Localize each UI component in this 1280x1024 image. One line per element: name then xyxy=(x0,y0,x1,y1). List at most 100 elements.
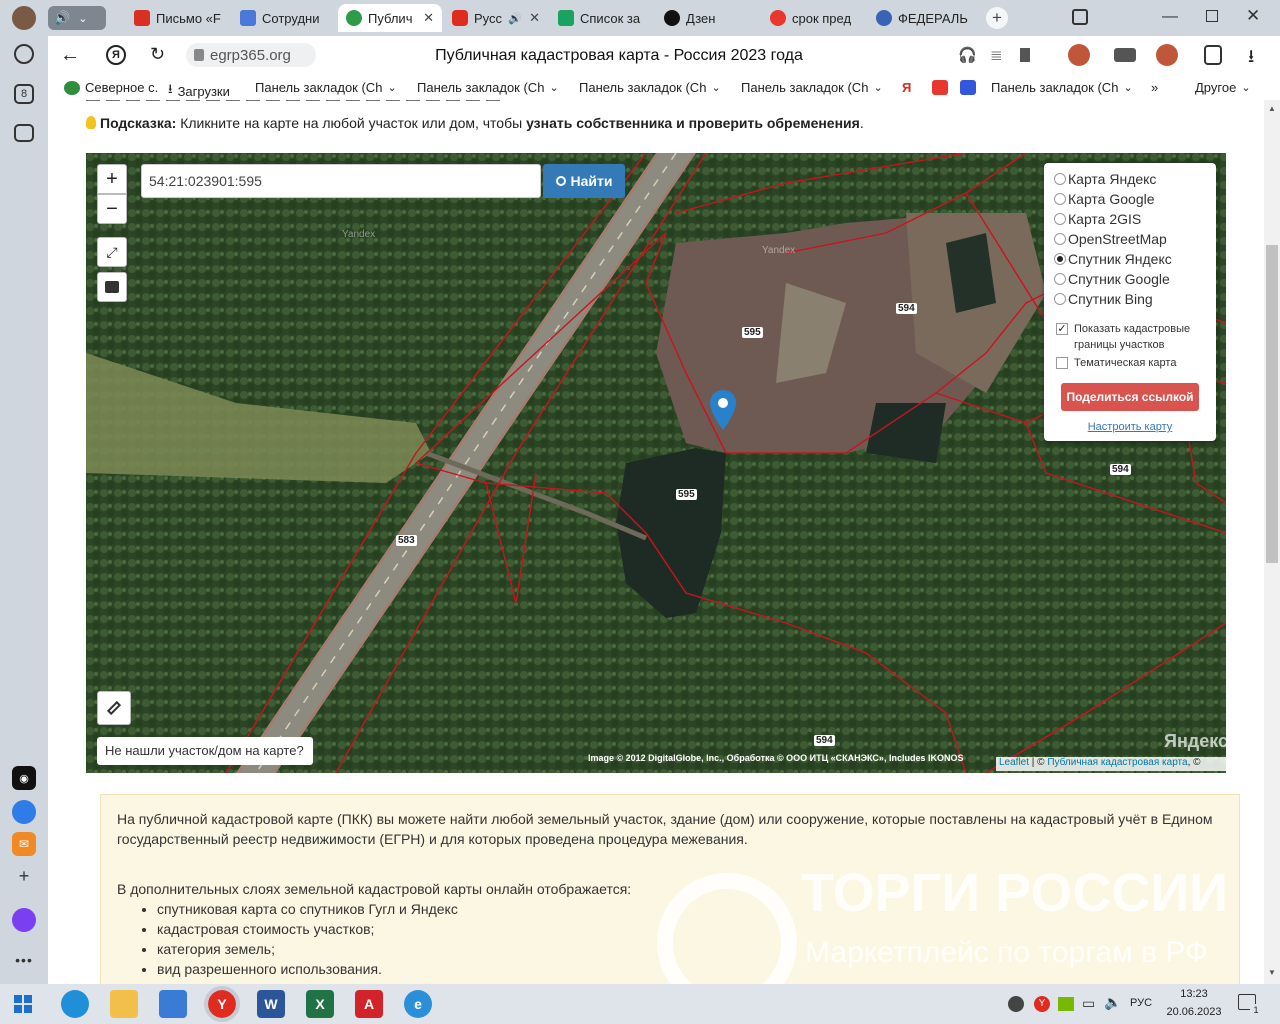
nvidia-icon[interactable] xyxy=(1058,997,1074,1011)
downloads-icon[interactable]: ⭳ xyxy=(1248,44,1254,74)
more-icon[interactable]: ••• xyxy=(12,948,36,972)
yandex-home-icon[interactable]: Я xyxy=(106,45,126,65)
layer-option[interactable]: Спутник Google xyxy=(1054,271,1170,287)
yandex-bookmark-icon[interactable]: Я xyxy=(902,80,911,95)
parcel-label[interactable]: 594 xyxy=(814,735,835,746)
parcel-label[interactable]: 595 xyxy=(676,489,697,500)
location-marker-icon[interactable] xyxy=(710,390,736,430)
scroll-down-arrow[interactable]: ▼ xyxy=(1268,968,1276,977)
acrobat-icon[interactable]: A xyxy=(355,990,383,1018)
counter-icon[interactable]: 8 xyxy=(14,84,34,104)
maximize-button[interactable] xyxy=(1206,10,1218,22)
alice-icon[interactable] xyxy=(12,908,36,932)
people-icon[interactable] xyxy=(1008,996,1024,1012)
tab-search[interactable]: срок пред xyxy=(762,4,866,32)
page-scrollbar[interactable]: ▲ ▼ xyxy=(1264,100,1280,984)
excel-icon[interactable]: X xyxy=(306,990,334,1018)
tab-federal[interactable]: ФЕДЕРАЛЬ xyxy=(868,4,972,32)
cadastral-map[interactable]: 595 595 594 594 594 583 Yandex Yandex + … xyxy=(86,153,1226,773)
reader-icon[interactable]: ≣ xyxy=(990,46,1003,64)
close-tab-icon[interactable]: ✕ xyxy=(529,10,540,26)
ie-icon[interactable]: e xyxy=(404,990,432,1018)
messenger-icon[interactable] xyxy=(12,800,36,824)
more-bookmarks-icon[interactable]: » xyxy=(1151,80,1158,95)
layer-option[interactable]: Карта 2GIS xyxy=(1054,211,1141,227)
leaflet-link[interactable]: Leaflet xyxy=(999,757,1029,768)
extension-icon-3[interactable] xyxy=(1156,44,1178,66)
edge-icon[interactable] xyxy=(61,990,89,1018)
word-icon[interactable]: W xyxy=(257,990,285,1018)
screenshot-icon[interactable] xyxy=(14,124,34,142)
add-panel-icon[interactable]: + xyxy=(12,864,36,888)
fullscreen-button[interactable]: ⤢ xyxy=(97,237,127,267)
clock-time[interactable]: 13:23 xyxy=(1168,988,1220,1000)
headphones-icon[interactable]: 🎧 xyxy=(958,46,977,64)
bookmark-folder[interactable]: Панель закладок (Ch ⌄ xyxy=(991,80,1133,95)
parcel-label[interactable]: 594 xyxy=(1110,464,1131,475)
configure-map-link[interactable]: Настроить карту xyxy=(1044,421,1216,433)
mail-icon[interactable]: ✉ xyxy=(12,832,36,856)
market-bookmark-icon[interactable] xyxy=(932,80,948,95)
tab-employees[interactable]: Сотрудни xyxy=(232,4,336,32)
tab-youtube[interactable]: Русс 🔊 ✕ xyxy=(444,4,548,32)
not-found-button[interactable]: Не нашли участок/дом на карте? xyxy=(97,737,313,765)
print-button[interactable] xyxy=(97,272,127,302)
extension-icon-1[interactable] xyxy=(1068,44,1090,66)
scroll-thumb[interactable] xyxy=(1266,245,1278,563)
yandex-browser-icon[interactable]: Y xyxy=(204,986,240,1022)
store-icon[interactable] xyxy=(159,990,187,1018)
network-icon[interactable]: ▭ xyxy=(1082,995,1095,1012)
bookmark-icon[interactable] xyxy=(1020,48,1030,62)
layer-option[interactable]: Спутник Bing xyxy=(1054,291,1153,307)
parcel-label[interactable]: 583 xyxy=(396,535,417,546)
measure-button[interactable] xyxy=(97,691,131,725)
alice-station-icon[interactable]: ◉ xyxy=(12,766,36,790)
search-button[interactable]: Найти xyxy=(543,164,625,198)
tab-list[interactable]: Список за xyxy=(550,4,654,32)
zoom-in-button[interactable]: + xyxy=(97,164,127,194)
share-link-button[interactable]: Поделиться ссылкой xyxy=(1061,383,1199,411)
layer-option[interactable]: Карта Google xyxy=(1054,191,1155,207)
new-tab-button[interactable]: + xyxy=(986,7,1008,29)
slash-bookmark-icon[interactable] xyxy=(960,80,976,95)
downloads-bookmark[interactable]: ⭳ Загрузки xyxy=(168,80,230,102)
close-window-button[interactable]: ✕ xyxy=(1246,6,1260,26)
collections-icon[interactable] xyxy=(1204,45,1222,65)
other-bookmarks[interactable]: Другое ⌄ xyxy=(1195,80,1251,95)
history-icon[interactable] xyxy=(14,44,34,64)
start-button[interactable] xyxy=(14,995,32,1013)
tab-audio-group[interactable]: 🔊 ⌄ xyxy=(48,6,106,30)
explorer-icon[interactable] xyxy=(110,990,138,1018)
url-field[interactable]: egrp365.org xyxy=(186,43,316,67)
bookmark-folder[interactable]: Панель закладок (Ch ⌄ xyxy=(579,80,721,95)
minimize-button[interactable]: — xyxy=(1162,8,1178,26)
parcel-label[interactable]: 594 xyxy=(896,303,917,314)
bookmark-folder[interactable]: Панель закладок (Ch ⌄ xyxy=(741,80,883,95)
show-borders-checkbox[interactable]: ✓ Показать кадастровые границы участков xyxy=(1056,321,1211,353)
tabs-menu-icon[interactable] xyxy=(1072,9,1088,25)
close-tab-icon[interactable]: ✕ xyxy=(423,10,434,26)
bookmark-item[interactable]: Северное с. xyxy=(64,80,158,95)
parcel-label[interactable]: 595 xyxy=(742,327,763,338)
zoom-out-button[interactable]: − xyxy=(97,194,127,224)
scroll-up-arrow[interactable]: ▲ xyxy=(1268,104,1276,113)
layer-option[interactable]: OpenStreetMap xyxy=(1054,231,1167,247)
reload-icon[interactable]: ↻ xyxy=(150,44,165,65)
tab-public-map[interactable]: Публич ✕ xyxy=(338,4,442,32)
bookmark-folder[interactable]: Панель закладок (Ch ⌄ xyxy=(417,80,559,95)
layer-option[interactable]: Карта Яндекс xyxy=(1054,171,1156,187)
thematic-checkbox[interactable]: Тематическая карта xyxy=(1056,357,1176,369)
volume-icon[interactable]: 🔈 xyxy=(1104,994,1121,1011)
profile-avatar[interactable] xyxy=(12,6,36,30)
yandex-tray-icon[interactable]: Y xyxy=(1034,996,1050,1012)
tab-mail[interactable]: Письмо «F xyxy=(126,4,230,32)
extension-icon-2[interactable] xyxy=(1114,48,1136,62)
clock-date[interactable]: 20.06.2023 xyxy=(1164,1006,1224,1018)
pkk-link[interactable]: Публичная кадастровая карта xyxy=(1047,757,1187,768)
cadastral-search-input[interactable]: 54:21:023901:595 xyxy=(141,164,541,198)
back-icon[interactable]: ← xyxy=(60,44,80,67)
layer-option-selected[interactable]: Спутник Яндекс xyxy=(1054,251,1172,267)
bookmark-folder[interactable]: Панель закладок (Ch ⌄ xyxy=(255,80,397,95)
tab-dzen[interactable]: Дзен xyxy=(656,4,760,32)
language-indicator[interactable]: РУС xyxy=(1130,997,1152,1009)
